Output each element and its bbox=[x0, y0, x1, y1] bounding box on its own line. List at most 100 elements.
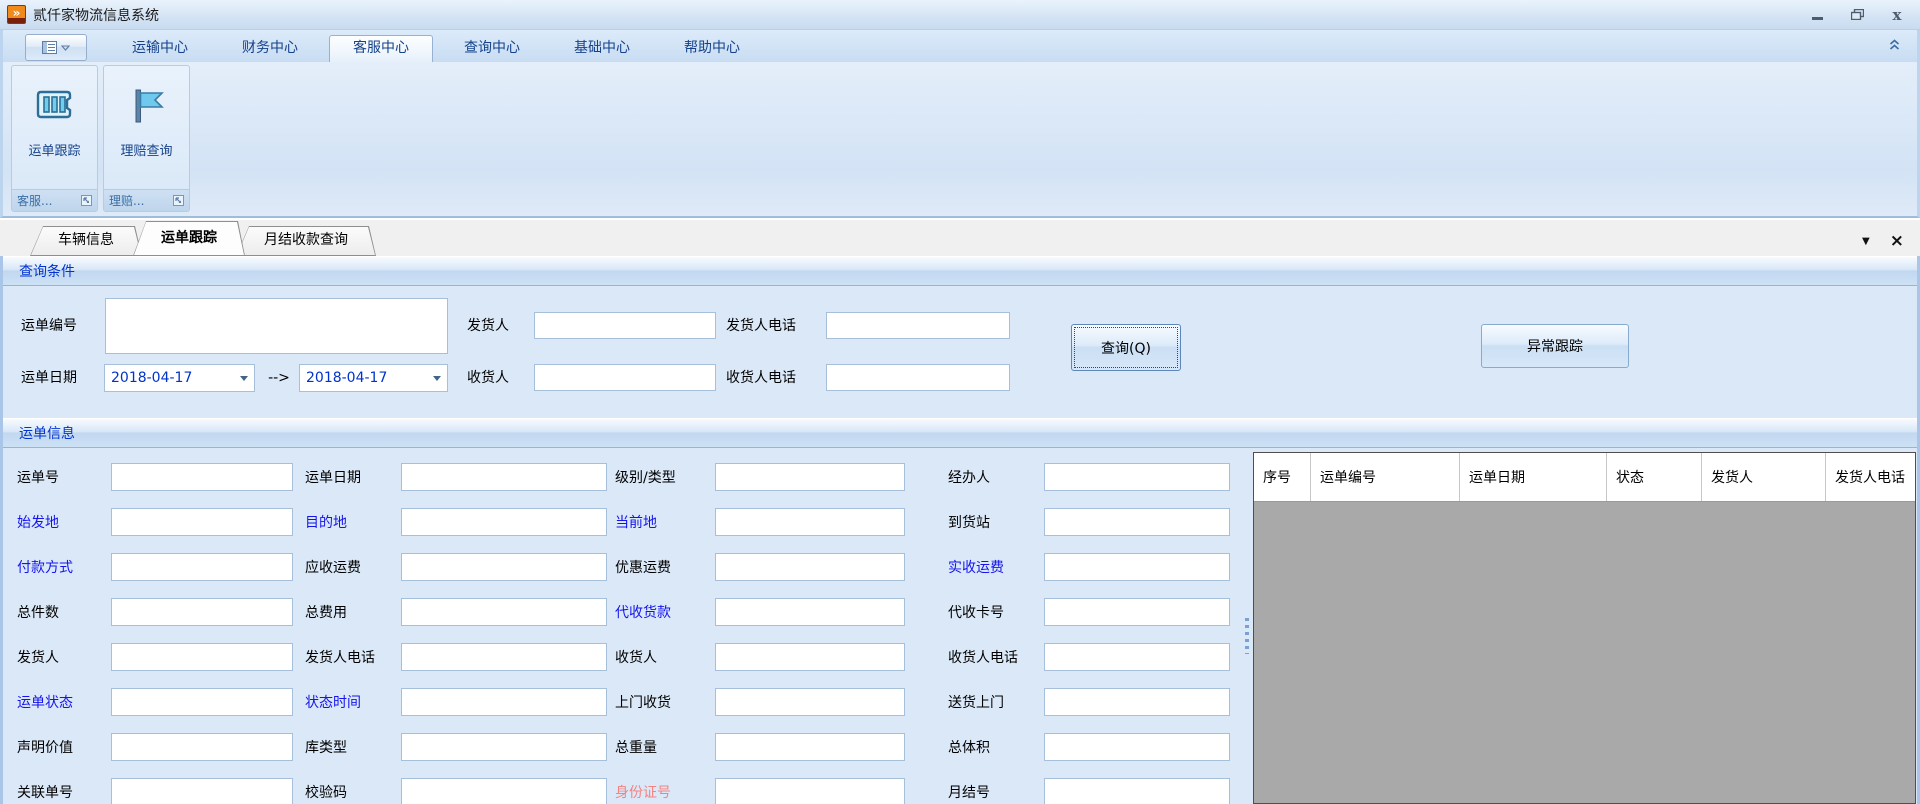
field-label: 发货人电话 bbox=[305, 650, 375, 666]
field-input[interactable] bbox=[1044, 643, 1230, 671]
field-input[interactable] bbox=[111, 508, 293, 536]
field-input-cell bbox=[401, 463, 615, 491]
field-input-cell bbox=[111, 733, 305, 761]
document-tab-bar: 车辆信息 运单跟踪 月结收款查询 ▼ × bbox=[0, 218, 1920, 256]
field-input[interactable] bbox=[401, 553, 607, 581]
ribbon-tab-customer-service[interactable]: 客服中心 bbox=[329, 35, 433, 62]
field-input-cell bbox=[715, 643, 948, 671]
field-input[interactable] bbox=[111, 733, 293, 761]
waybill-section-title: 运单信息 bbox=[19, 423, 75, 443]
field-input[interactable] bbox=[1044, 508, 1230, 536]
app-menu-button[interactable] bbox=[25, 34, 87, 61]
tab-monthly-collection-query[interactable]: 月结收款查询 bbox=[236, 226, 376, 256]
ribbon-tab-query[interactable]: 查询中心 bbox=[441, 36, 543, 62]
field-input[interactable] bbox=[111, 553, 293, 581]
field-label: 运单日期 bbox=[305, 470, 361, 486]
combo-dropdown-icon bbox=[240, 376, 248, 381]
title-bar: » 贰仟家物流信息系统 x bbox=[0, 0, 1920, 30]
waybill-tracking-button[interactable]: 运单跟踪 bbox=[12, 66, 97, 189]
field-input-cell bbox=[715, 553, 948, 581]
field-input-cell bbox=[111, 553, 305, 581]
field-input[interactable] bbox=[401, 643, 607, 671]
date-from-combo[interactable]: 2018-04-17 bbox=[104, 364, 255, 392]
receiver-input[interactable] bbox=[534, 364, 716, 391]
sender-input[interactable] bbox=[534, 312, 716, 339]
field-input[interactable] bbox=[401, 778, 607, 804]
field-label: 收货人电话 bbox=[948, 650, 1018, 666]
field-input[interactable] bbox=[715, 463, 905, 491]
waybill-no-input[interactable] bbox=[105, 298, 448, 354]
field-input[interactable] bbox=[1044, 733, 1230, 761]
grid-column-header[interactable]: 发货人 bbox=[1702, 453, 1826, 501]
date-from-value: 2018-04-17 bbox=[111, 370, 192, 386]
field-input[interactable] bbox=[111, 688, 293, 716]
tab-label: 车辆信息 bbox=[30, 226, 142, 255]
field-input[interactable] bbox=[401, 463, 607, 491]
field-input[interactable] bbox=[111, 598, 293, 626]
field-input[interactable] bbox=[715, 688, 905, 716]
grid-column-header[interactable]: 序号 bbox=[1254, 453, 1311, 501]
tab-close-button[interactable]: × bbox=[1890, 234, 1904, 248]
minimize-button[interactable] bbox=[1804, 6, 1830, 24]
field-label: 级别/类型 bbox=[615, 470, 676, 486]
field-input[interactable] bbox=[715, 733, 905, 761]
field-input[interactable] bbox=[111, 778, 293, 804]
close-button[interactable]: x bbox=[1884, 6, 1910, 24]
ribbon-tab-finance[interactable]: 财务中心 bbox=[219, 36, 321, 62]
restore-button[interactable] bbox=[1844, 6, 1870, 24]
tab-waybill-tracking[interactable]: 运单跟踪 bbox=[133, 221, 245, 256]
claim-query-button[interactable]: 理赔查询 bbox=[104, 66, 189, 189]
field-input[interactable] bbox=[111, 463, 293, 491]
field-input[interactable] bbox=[401, 598, 607, 626]
field-input[interactable] bbox=[715, 553, 905, 581]
query-section-title: 查询条件 bbox=[19, 261, 75, 281]
grid-body[interactable] bbox=[1254, 501, 1915, 803]
field-input[interactable] bbox=[111, 643, 293, 671]
window-controls: x bbox=[1804, 6, 1920, 24]
collapse-ribbon-button[interactable] bbox=[1888, 38, 1901, 55]
dialog-launcher-icon[interactable] bbox=[173, 195, 184, 206]
field-label: 应收运费 bbox=[305, 560, 361, 576]
field-label-cell: 总重量 bbox=[615, 737, 715, 757]
dialog-launcher-icon[interactable] bbox=[81, 195, 92, 206]
grid-column-header[interactable]: 运单编号 bbox=[1311, 453, 1460, 501]
field-input-cell bbox=[1044, 508, 1230, 536]
tab-label: 月结收款查询 bbox=[236, 226, 376, 255]
field-label-cell: 库类型 bbox=[305, 737, 401, 757]
field-label: 总重量 bbox=[615, 740, 657, 756]
date-to-combo[interactable]: 2018-04-17 bbox=[299, 364, 448, 392]
tab-strip-controls: ▼ × bbox=[1862, 234, 1904, 248]
field-input[interactable] bbox=[401, 508, 607, 536]
field-label-cell: 运单日期 bbox=[305, 467, 401, 487]
field-input[interactable] bbox=[715, 508, 905, 536]
group-footer-customer-service[interactable]: 客服... bbox=[12, 189, 97, 211]
field-input[interactable] bbox=[715, 643, 905, 671]
field-label: 月结号 bbox=[948, 785, 990, 801]
ribbon-tab-transport[interactable]: 运输中心 bbox=[109, 36, 211, 62]
grid-column-header[interactable]: 状态 bbox=[1607, 453, 1702, 501]
field-input[interactable] bbox=[1044, 553, 1230, 581]
ribbon-group-claims: 理赔查询 理赔... bbox=[103, 65, 190, 212]
field-input[interactable] bbox=[715, 778, 905, 804]
field-input[interactable] bbox=[1044, 778, 1230, 804]
sender-phone-input[interactable] bbox=[826, 312, 1010, 339]
field-input[interactable] bbox=[1044, 463, 1230, 491]
field-input[interactable] bbox=[401, 733, 607, 761]
tab-vehicle-info[interactable]: 车辆信息 bbox=[30, 226, 142, 256]
field-input[interactable] bbox=[1044, 598, 1230, 626]
ribbon-tab-basic[interactable]: 基础中心 bbox=[551, 36, 653, 62]
grid-column-header[interactable]: 发货人电话 bbox=[1826, 453, 1915, 501]
field-label-cell: 级别/类型 bbox=[615, 467, 715, 487]
field-input[interactable] bbox=[1044, 688, 1230, 716]
field-input[interactable] bbox=[715, 598, 905, 626]
field-label: 实收运费 bbox=[948, 560, 1004, 576]
tab-list-dropdown-button[interactable]: ▼ bbox=[1862, 236, 1870, 247]
abnormal-tracking-button[interactable]: 异常跟踪 bbox=[1481, 324, 1629, 368]
ribbon-tab-help[interactable]: 帮助中心 bbox=[661, 36, 763, 62]
field-input[interactable] bbox=[401, 688, 607, 716]
splitter[interactable] bbox=[1240, 448, 1253, 804]
receiver-phone-input[interactable] bbox=[826, 364, 1010, 391]
group-footer-claims[interactable]: 理赔... bbox=[104, 189, 189, 211]
query-button[interactable]: 查询(Q) bbox=[1071, 324, 1181, 371]
grid-column-header[interactable]: 运单日期 bbox=[1460, 453, 1607, 501]
